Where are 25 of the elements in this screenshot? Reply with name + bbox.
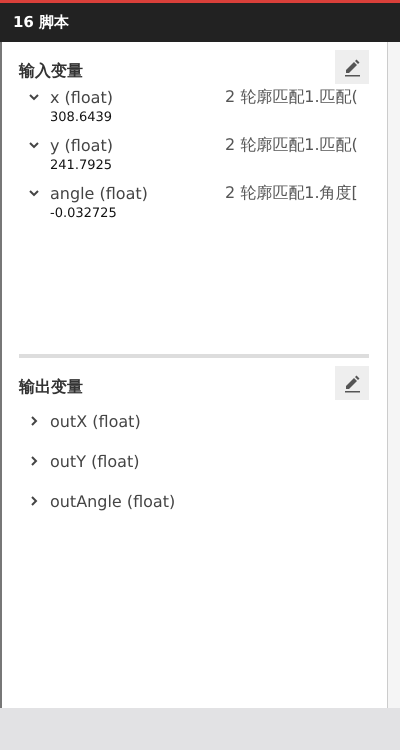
chevron-right-icon[interactable] — [29, 456, 39, 466]
variable-name: x (float) — [50, 88, 114, 106]
chevron-right-icon[interactable] — [29, 416, 39, 426]
section-title: 输出变量 — [19, 376, 83, 398]
chevron-down-icon[interactable] — [29, 188, 39, 198]
variable-value: 308.6439 — [50, 110, 114, 127]
chevron-down-icon[interactable] — [29, 92, 39, 102]
pencil-icon — [342, 57, 362, 77]
variable-name: outX (float) — [50, 412, 142, 430]
chevron-down-icon[interactable] — [29, 140, 39, 150]
window-title: 16 脚本 — [13, 13, 70, 32]
edit-button[interactable] — [335, 50, 369, 84]
edit-button[interactable] — [335, 366, 369, 400]
variable-name: outY (float) — [50, 452, 140, 470]
section-title: 输入变量 — [19, 60, 83, 82]
variable-source: 2 轮廓匹配1.匹配( — [225, 134, 359, 156]
chevron-right-icon[interactable] — [29, 496, 39, 506]
variable-name: angle (float) — [50, 184, 149, 202]
variable-source: 2 轮廓匹配1.匹配( — [225, 86, 359, 108]
pencil-icon — [342, 373, 362, 393]
variable-value: -0.032725 — [50, 206, 118, 223]
variable-source: 2 轮廓匹配1.角度[ — [225, 182, 359, 204]
variable-name: y (float) — [50, 136, 114, 154]
variable-name: outAngle (float) — [50, 492, 176, 510]
variable-value: 241.7925 — [50, 158, 114, 175]
